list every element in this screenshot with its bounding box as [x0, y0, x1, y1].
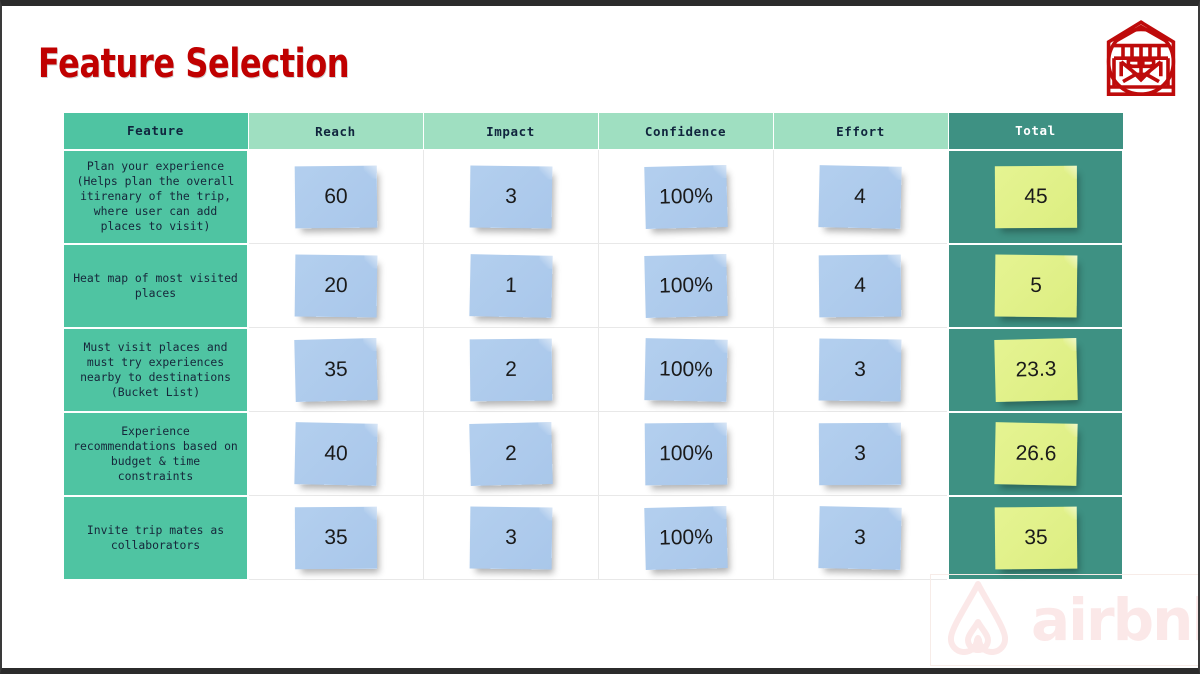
sticky-note-confidence[interactable]: 100% [643, 253, 728, 318]
sticky-note-confidence[interactable]: 100% [643, 164, 728, 229]
impact-cell: 2 [422, 327, 599, 412]
column-header-confidence: Confidence [597, 112, 774, 150]
confidence-cell: 100% [597, 411, 774, 496]
sticky-note-confidence[interactable]: 100% [644, 422, 727, 485]
sticky-note-total[interactable]: 5 [994, 254, 1077, 317]
feature-label: Invite trip mates as collaborators [62, 494, 249, 581]
confidence-cell: 100% [597, 495, 774, 580]
total-cell: 45 [947, 148, 1124, 245]
sticky-note-total[interactable]: 45 [994, 165, 1077, 228]
total-cell: 35 [947, 494, 1124, 581]
sticky-note-total[interactable]: 26.6 [993, 421, 1078, 486]
feature-label: Experience recommendations based on budg… [62, 410, 249, 497]
reach-cell: 60 [247, 149, 424, 244]
effort-cell: 3 [772, 327, 949, 412]
slide-canvas: Feature Selection Feature Reach Impact C… [0, 0, 1200, 674]
page-title: Feature Selection [38, 41, 350, 87]
sticky-note-reach[interactable]: 35 [294, 506, 377, 569]
table-header-row: Feature Reach Impact Confidence Effort T… [62, 112, 1124, 150]
reach-cell: 35 [247, 495, 424, 580]
reach-cell: 40 [247, 411, 424, 496]
confidence-cell: 100% [597, 327, 774, 412]
total-cell: 23.3 [947, 326, 1124, 413]
sticky-note-total[interactable]: 23.3 [993, 337, 1078, 402]
table-row: Invite trip mates as collaborators 35 3 … [62, 494, 1124, 581]
sticky-note-confidence[interactable]: 100% [643, 337, 728, 402]
impact-cell: 1 [422, 243, 599, 328]
sticky-note-reach[interactable]: 35 [294, 337, 378, 402]
reach-cell: 20 [247, 243, 424, 328]
airbnb-wordmark: airbnb [1031, 586, 1198, 654]
table-row: Heat map of most visited places 20 1 100… [62, 242, 1124, 329]
airbnb-watermark: airbnb [930, 574, 1198, 666]
effort-cell: 4 [772, 149, 949, 244]
impact-cell: 3 [422, 149, 599, 244]
sticky-note-effort[interactable]: 3 [819, 422, 902, 485]
effort-cell: 4 [772, 243, 949, 328]
sticky-note-effort[interactable]: 3 [818, 505, 902, 570]
total-cell: 5 [947, 242, 1124, 329]
confidence-cell: 100% [597, 243, 774, 328]
sticky-note-reach[interactable]: 60 [294, 165, 378, 228]
column-header-total: Total [947, 112, 1124, 150]
impact-cell: 3 [422, 495, 599, 580]
column-header-effort: Effort [772, 112, 949, 150]
sticky-note-effort[interactable]: 3 [818, 338, 902, 401]
column-header-feature: Feature [62, 112, 249, 150]
lion-head-logo [1096, 14, 1186, 106]
effort-cell: 3 [772, 495, 949, 580]
sticky-note-impact[interactable]: 2 [468, 421, 553, 486]
sticky-note-confidence[interactable]: 100% [643, 505, 728, 570]
table-row: Plan your experience (Helps plan the ove… [62, 148, 1124, 245]
feature-label: Plan your experience (Helps plan the ove… [62, 148, 249, 245]
sticky-note-reach[interactable]: 20 [294, 254, 378, 317]
confidence-cell: 100% [597, 149, 774, 244]
total-cell: 26.6 [947, 410, 1124, 497]
sticky-note-total[interactable]: 35 [994, 506, 1077, 569]
table-row: Must visit places and must try experienc… [62, 326, 1124, 413]
table-row: Experience recommendations based on budg… [62, 410, 1124, 497]
column-header-impact: Impact [422, 112, 599, 150]
effort-cell: 3 [772, 411, 949, 496]
feature-label: Must visit places and must try experienc… [62, 326, 249, 413]
sticky-note-impact[interactable]: 3 [469, 165, 552, 228]
impact-cell: 2 [422, 411, 599, 496]
column-header-reach: Reach [247, 112, 424, 150]
sticky-note-impact[interactable]: 2 [469, 338, 552, 401]
sticky-note-impact[interactable]: 3 [469, 506, 552, 569]
sticky-note-effort[interactable]: 4 [818, 254, 902, 317]
feature-selection-table: Feature Reach Impact Confidence Effort T… [62, 112, 1124, 581]
feature-label: Heat map of most visited places [62, 242, 249, 329]
sticky-note-impact[interactable]: 1 [468, 253, 553, 318]
airbnb-belo-icon [939, 578, 1017, 663]
sticky-note-effort[interactable]: 4 [818, 164, 902, 229]
sticky-note-reach[interactable]: 40 [294, 421, 378, 486]
reach-cell: 35 [247, 327, 424, 412]
